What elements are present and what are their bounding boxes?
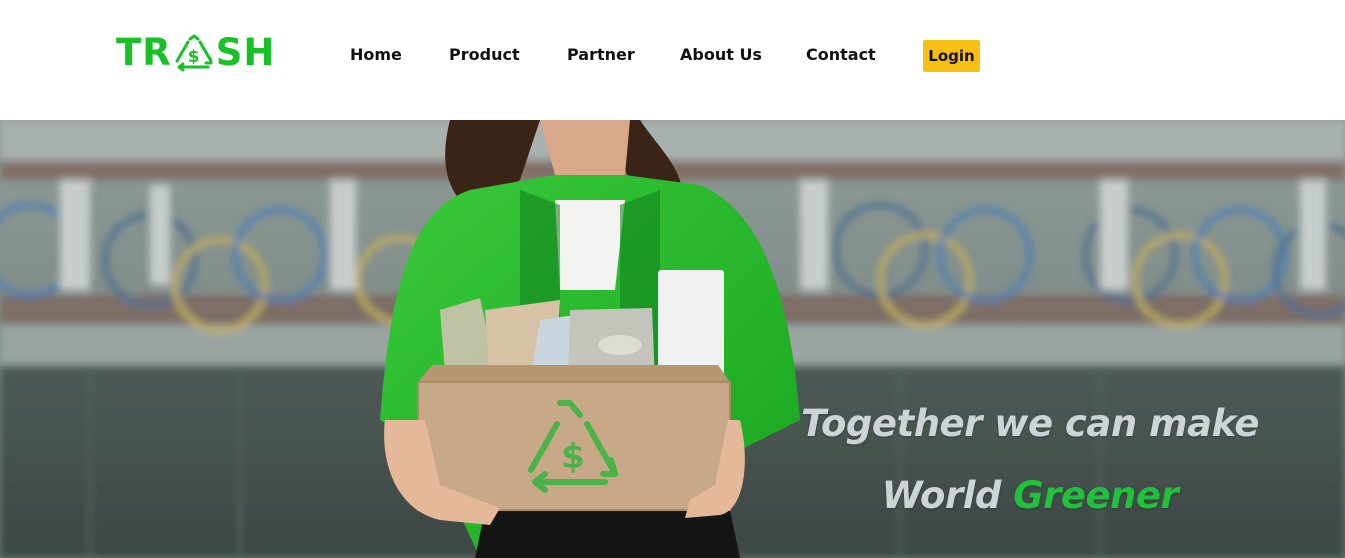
- site-header: TR $ SH Home Product Partner About Us Co…: [0, 0, 1345, 120]
- login-button[interactable]: Login: [923, 40, 980, 72]
- recycle-dollar-icon: $: [175, 34, 213, 72]
- brand-logo[interactable]: TR $ SH: [116, 33, 275, 73]
- tagline-world: World: [881, 474, 1002, 517]
- logo-text-prefix: TR: [116, 31, 172, 74]
- nav-about-us[interactable]: About Us: [680, 44, 762, 66]
- svg-text:$: $: [561, 437, 585, 477]
- hero-tagline-line1: Together we can make: [801, 402, 1259, 445]
- nav-partner[interactable]: Partner: [567, 44, 635, 66]
- nav-product[interactable]: Product: [449, 44, 520, 66]
- logo-text-suffix: SH: [215, 31, 276, 74]
- nav-home[interactable]: Home: [350, 44, 402, 66]
- svg-text:$: $: [187, 47, 200, 67]
- nav-contact[interactable]: Contact: [806, 44, 876, 66]
- hero-tagline-line2: World Greener: [780, 474, 1280, 517]
- hero-banner: $ Together we can make World Greener: [0, 120, 1345, 558]
- cardboard-box: $: [417, 365, 731, 511]
- tagline-greener: Greener: [1013, 474, 1179, 517]
